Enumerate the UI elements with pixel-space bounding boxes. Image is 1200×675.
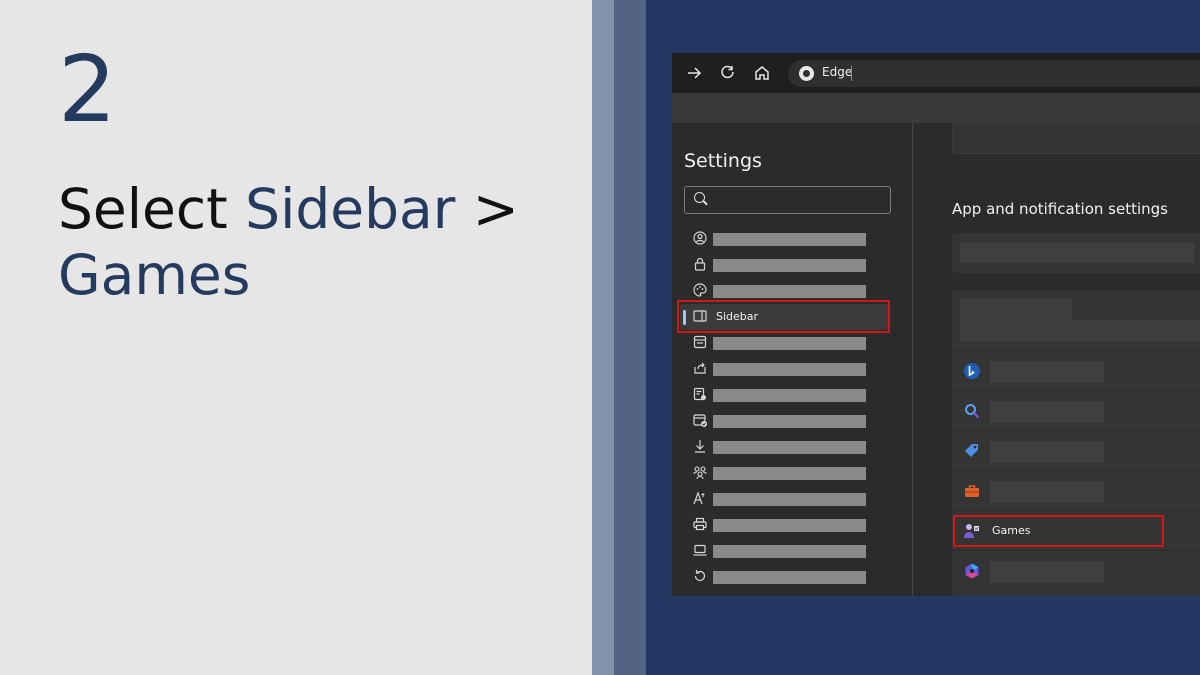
nav-item-reset[interactable] [680, 564, 888, 590]
app-row-copilot[interactable] [952, 550, 1200, 591]
app-row-placeholder [990, 561, 1104, 583]
palette-icon [692, 282, 708, 298]
app-row-placeholder [990, 361, 1104, 383]
lock-icon [692, 256, 708, 272]
instruction-text: Select Sidebar > Games [58, 176, 578, 308]
step-number: 2 [58, 36, 117, 143]
tab-strip [672, 93, 1200, 123]
app-row-placeholder [990, 401, 1104, 423]
nav-item-printers[interactable] [680, 512, 888, 538]
app-row-placeholder [990, 441, 1104, 463]
address-bar[interactable]: Edge [788, 60, 1200, 87]
instruction-prefix: Select [58, 177, 246, 241]
share-icon [692, 360, 708, 376]
placeholder [960, 320, 1200, 342]
nav-item-placeholder [713, 363, 866, 376]
tools-icon [963, 482, 981, 500]
app-row-search[interactable] [952, 390, 1200, 431]
settings-nav-panel: Settings Sidebar [672, 123, 913, 596]
nav-item-profiles[interactable] [680, 226, 888, 252]
browser-toolbar: Edge [672, 53, 1200, 93]
profile-icon [692, 230, 708, 246]
family-icon [692, 464, 708, 480]
nav-item-placeholder [713, 259, 866, 272]
edge-logo-icon [799, 66, 814, 81]
home-icon[interactable] [752, 63, 772, 83]
instruction-games: Games [58, 243, 251, 307]
forward-icon[interactable] [684, 63, 704, 83]
nav-item-placeholder [713, 389, 866, 402]
reset-icon [692, 568, 708, 584]
nav-item-share[interactable] [680, 356, 888, 382]
nav-item-downloads[interactable] [680, 434, 888, 460]
search-icon [963, 402, 981, 420]
nav-item-languages[interactable] [680, 486, 888, 512]
bing-icon [963, 362, 981, 380]
app-row-shopping[interactable] [952, 430, 1200, 471]
decorative-stripe-mid [614, 0, 646, 675]
start-page-icon [692, 334, 708, 350]
search-icon [694, 192, 705, 203]
nav-item-placeholder [713, 571, 866, 584]
nav-item-placeholder [713, 493, 866, 506]
address-text: Edge [822, 65, 853, 79]
shopping-tag-icon [963, 442, 981, 460]
settings-search-input[interactable] [684, 186, 891, 214]
placeholder [960, 243, 1194, 263]
browser-window: Edge Settings Sidebar App and notificati… [672, 53, 1200, 596]
default-browser-icon [692, 412, 708, 428]
cookies-icon [692, 386, 708, 402]
instruction-panel: 2 Select Sidebar > Games [0, 0, 592, 675]
settings-content: App and notification settings Games [913, 123, 1200, 596]
nav-item-placeholder [713, 415, 866, 428]
nav-item-placeholder [713, 285, 866, 298]
nav-item-placeholder [713, 337, 866, 350]
games-highlight-box [953, 515, 1164, 547]
sidebar-highlight-box [677, 300, 890, 333]
section-title: App and notification settings [952, 200, 1168, 218]
instruction-separator: > [455, 177, 519, 241]
nav-item-placeholder [713, 441, 866, 454]
text-caret [851, 66, 852, 81]
nav-item-placeholder [713, 467, 866, 480]
nav-item-cookies[interactable] [680, 382, 888, 408]
nav-item-placeholder [713, 233, 866, 246]
nav-item-privacy[interactable] [680, 252, 888, 278]
placeholder [960, 298, 1072, 320]
refresh-icon[interactable] [718, 63, 738, 83]
app-row-placeholder [990, 481, 1104, 503]
nav-item-system[interactable] [680, 538, 888, 564]
settings-card [952, 233, 1200, 273]
copilot-icon [963, 562, 981, 580]
settings-card-top [952, 123, 1200, 154]
nav-item-placeholder [713, 545, 866, 558]
nav-item-placeholder [713, 519, 866, 532]
languages-icon [692, 490, 708, 506]
instruction-sidebar: Sidebar [245, 177, 456, 241]
printer-icon [692, 516, 708, 532]
app-row-tools[interactable] [952, 470, 1200, 511]
nav-item-family[interactable] [680, 460, 888, 486]
decorative-stripe-light [592, 0, 614, 675]
nav-item-default-browser[interactable] [680, 408, 888, 434]
nav-item-start-page[interactable] [680, 330, 888, 356]
download-icon [692, 438, 708, 454]
settings-title: Settings [684, 150, 762, 172]
app-row-bing[interactable] [952, 350, 1200, 391]
system-icon [692, 542, 708, 558]
